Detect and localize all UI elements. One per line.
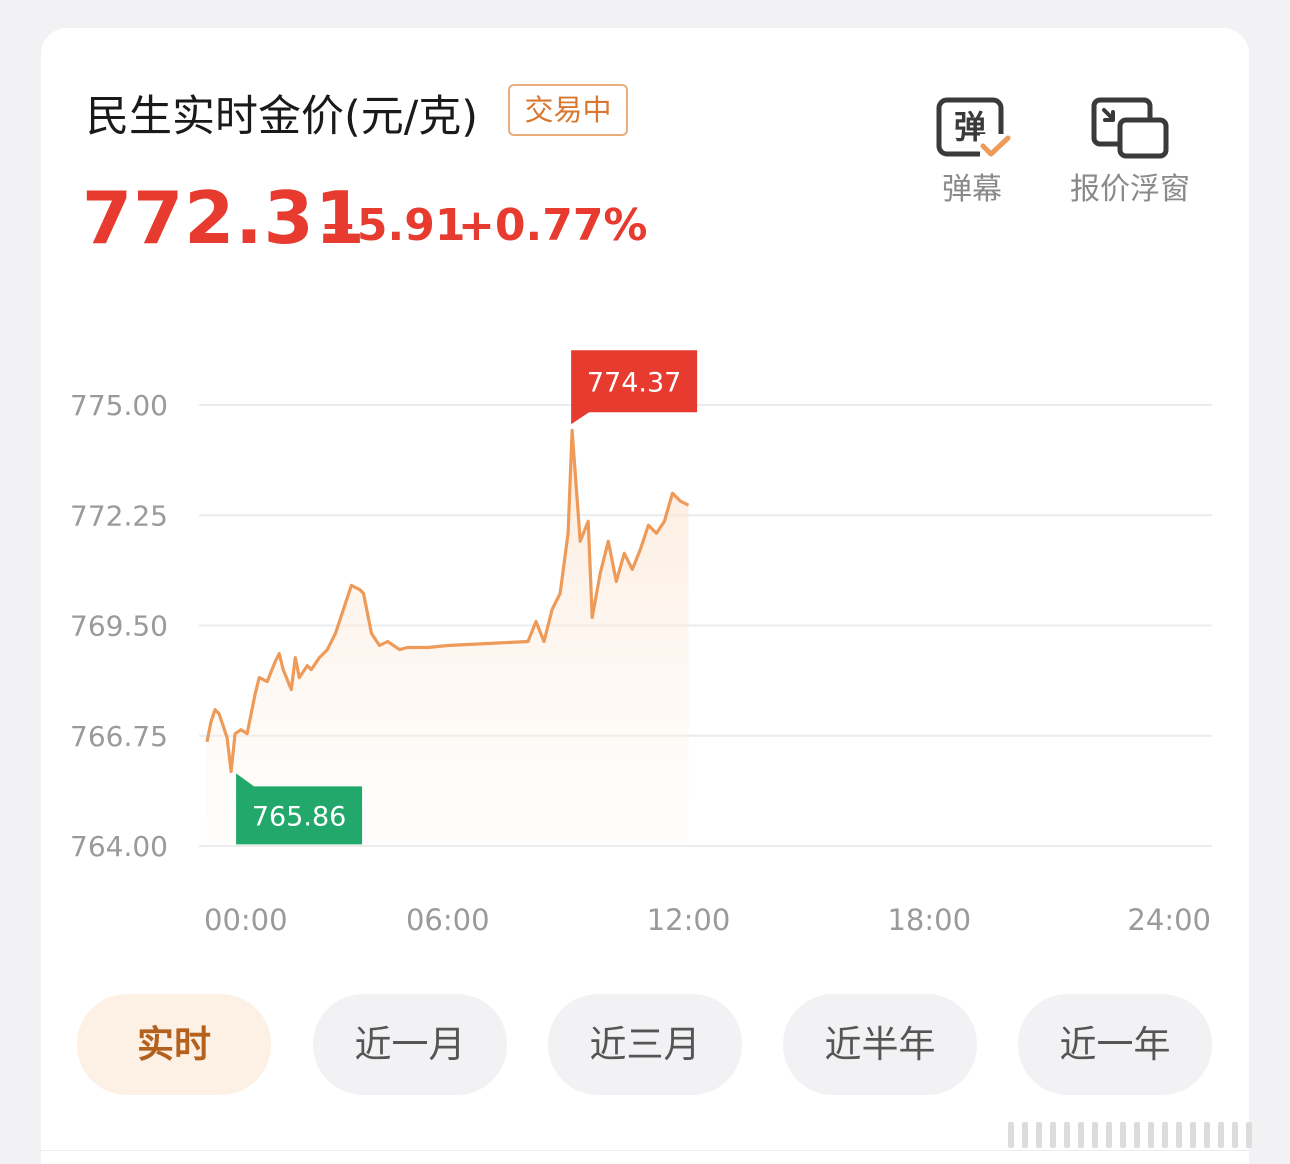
y-axis-ticks: 775.00 772.25 769.50 766.75 764.00 [70, 389, 168, 863]
y-tick-label: 764.00 [70, 830, 168, 863]
period-tab-realtime[interactable]: 实时 [77, 994, 271, 1095]
y-tick-label: 769.50 [70, 610, 168, 643]
x-tick-label: 24:00 [1127, 903, 1211, 937]
y-tick-label: 766.75 [70, 720, 168, 753]
period-tab-1-month[interactable]: 近一月 [313, 994, 507, 1095]
low-price-label: 765.86 [252, 801, 346, 832]
period-tab-1-year[interactable]: 近一年 [1018, 994, 1212, 1095]
x-tick-label: 18:00 [887, 903, 971, 937]
high-price-label: 774.37 [587, 367, 681, 398]
period-tab-3-months[interactable]: 近三月 [548, 994, 742, 1095]
x-tick-label: 06:00 [406, 903, 490, 937]
period-tab-half-year[interactable]: 近半年 [783, 994, 977, 1095]
home-indicator-overlay [1008, 1122, 1252, 1148]
y-tick-label: 775.00 [70, 389, 168, 422]
price-area [207, 430, 689, 846]
high-price-tag: 774.37 [571, 350, 698, 425]
y-tick-label: 772.25 [70, 499, 168, 532]
gold-price-chart: 775.00 772.25 769.50 766.75 764.00 00:00 06:0… [70, 350, 1212, 937]
x-tick-label: 12:00 [647, 903, 731, 937]
x-axis-ticks: 00:00 06:00 12:00 18:00 24:00 [204, 903, 1211, 937]
x-tick-label: 00:00 [204, 903, 288, 937]
